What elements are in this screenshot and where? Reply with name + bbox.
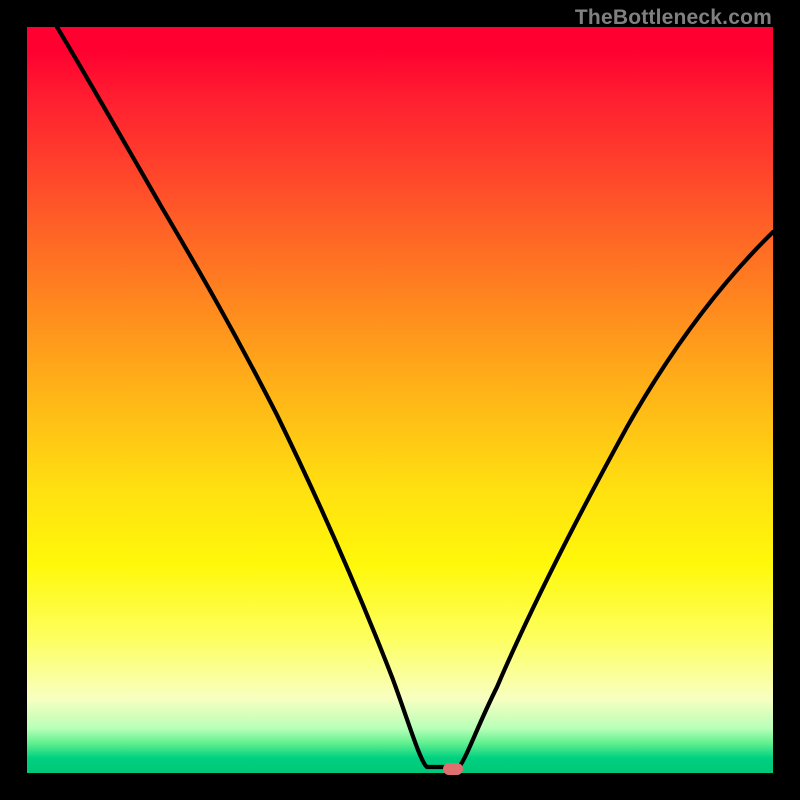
optimal-marker — [443, 763, 463, 775]
chart-container: TheBottleneck.com — [0, 0, 800, 800]
curve-path — [57, 27, 773, 767]
watermark-text: TheBottleneck.com — [575, 6, 772, 30]
bottleneck-curve — [27, 27, 773, 773]
